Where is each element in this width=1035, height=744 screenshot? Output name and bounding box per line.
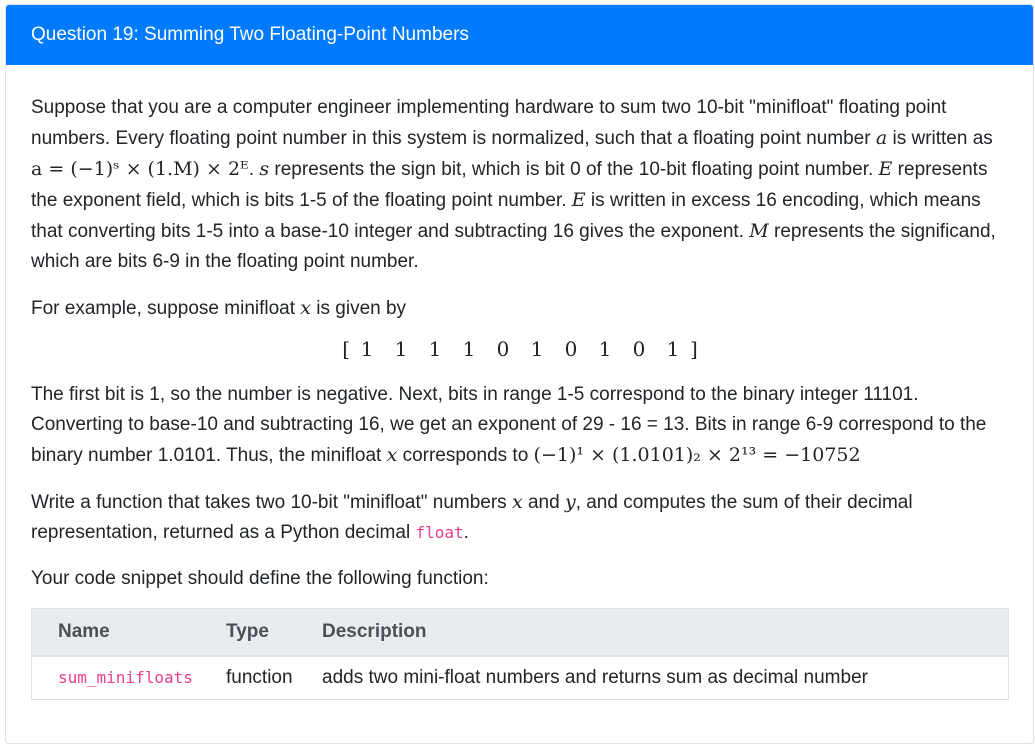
- math-var: M: [749, 220, 769, 242]
- math-var: x: [300, 297, 312, 319]
- bit-7: 1: [598, 337, 612, 361]
- explanation-paragraph: The first bit is 1, so the number is neg…: [31, 380, 1009, 471]
- bit-5: 1: [530, 337, 544, 361]
- inline-code: float: [415, 523, 464, 542]
- bit-2: 1: [428, 337, 442, 361]
- task-paragraph: Write a function that takes two 10-bit "…: [31, 487, 1009, 548]
- bracket-open: [: [342, 337, 350, 361]
- text-span: is given by: [311, 298, 407, 319]
- text-span: Write a function that takes two 10-bit "…: [31, 492, 512, 513]
- bit-4: 0: [496, 337, 510, 361]
- table-header-row: Name Type Description: [31, 608, 1009, 657]
- header-description: Description: [296, 608, 1009, 657]
- text-span: corresponds to: [397, 445, 534, 466]
- function-table: Name Type Description sum_minifloats fun…: [31, 608, 1009, 700]
- bit-8: 0: [632, 337, 646, 361]
- text-span: and: [522, 492, 565, 513]
- text-span: is written as: [887, 128, 993, 149]
- text-span: For example, suppose minifloat: [31, 298, 301, 319]
- function-name-code: sum_minifloats: [58, 668, 193, 687]
- math-var: x: [511, 491, 523, 513]
- define-paragraph: Your code snippet should define the foll…: [31, 568, 489, 589]
- bit-vector: [1 1 1 1 0 1 0 1 0 1]: [31, 334, 1009, 364]
- text-span: represents the sign bit, which is bit 0 …: [269, 159, 879, 180]
- math-formula: a = (−1)ˢ × (1.M) × 2ᴱ: [31, 158, 249, 180]
- math-var: s: [259, 158, 270, 180]
- text-span: Suppose that you are a computer engineer…: [31, 97, 947, 149]
- bracket-close: ]: [690, 337, 698, 361]
- example-paragraph: For example, suppose minifloat x is give…: [31, 293, 1009, 324]
- question-title: Question 19: Summing Two Floating-Point …: [31, 24, 469, 45]
- header-type: Type: [200, 608, 296, 657]
- math-formula: (−1)¹ × (1.0101)₂ × 2¹³ = −10752: [533, 444, 861, 466]
- math-var: E: [571, 189, 586, 211]
- cell-type: function: [226, 667, 293, 688]
- table-row: sum_minifloats function adds two mini-fl…: [32, 656, 1009, 700]
- intro-paragraph: Suppose that you are a computer engineer…: [31, 93, 1009, 277]
- bit-0: 1: [360, 337, 374, 361]
- question-card: Question 19: Summing Two Floating-Point …: [5, 4, 1034, 744]
- bit-1: 1: [394, 337, 408, 361]
- math-var: a: [875, 127, 888, 149]
- text-span: .: [463, 522, 469, 543]
- bit-3: 1: [462, 337, 476, 361]
- question-body: Suppose that you are a computer engineer…: [6, 65, 1033, 700]
- math-var: E: [878, 158, 893, 180]
- text-span: .: [248, 159, 260, 180]
- header-name: Name: [31, 608, 200, 657]
- cell-description: adds two mini-float numbers and returns …: [322, 667, 868, 688]
- cell-name: sum_minifloats: [32, 656, 201, 700]
- math-var: y: [564, 491, 576, 513]
- math-var: x: [386, 444, 398, 466]
- bit-6: 0: [564, 337, 578, 361]
- bit-9: 1: [666, 337, 680, 361]
- question-header: Question 19: Summing Two Floating-Point …: [6, 5, 1033, 65]
